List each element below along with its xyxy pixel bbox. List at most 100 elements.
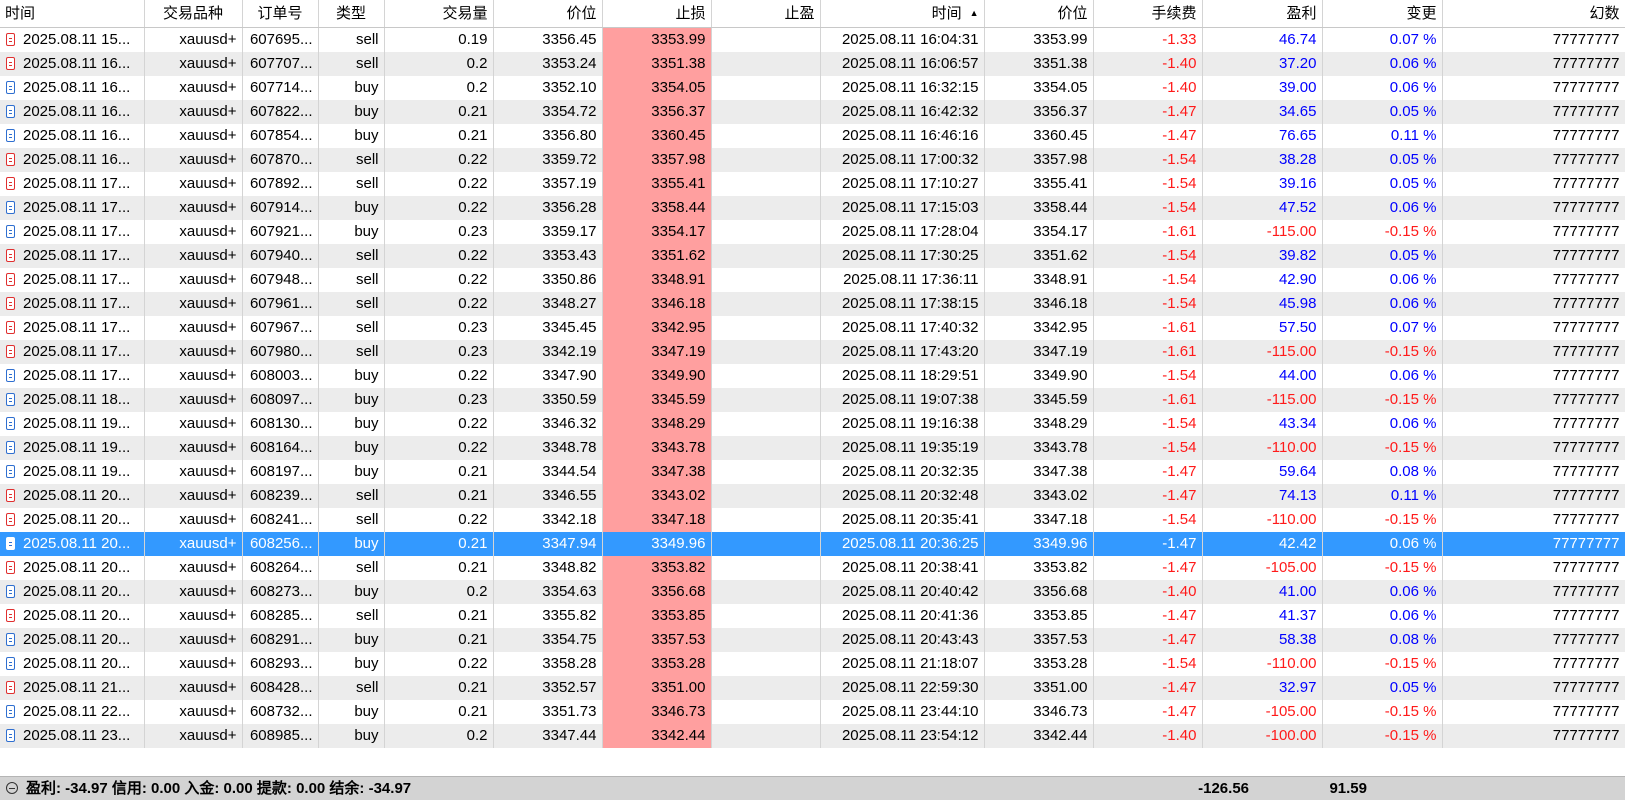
col-header-stop-loss[interactable]: 止损	[602, 0, 712, 28]
cell-open-time: 2025.08.11 16...	[0, 148, 145, 172]
cell-price: 3351.73	[493, 700, 603, 724]
cell-open-time: 2025.08.11 20...	[0, 532, 145, 556]
table-row[interactable]: 2025.08.11 20... xauusd+ 608241... sell 0.22…	[0, 508, 1625, 532]
table-row[interactable]: 2025.08.11 17... xauusd+ 607980... sell 0.23…	[0, 340, 1625, 364]
table-row[interactable]: 2025.08.11 15... xauusd+ 607695... sell 0.19…	[0, 27, 1625, 52]
cell-stop-loss: 3347.19	[602, 340, 712, 364]
table-row[interactable]: 2025.08.11 17... xauusd+ 608003... buy 0.22 3…	[0, 364, 1625, 388]
cell-magic: 77777777	[1442, 148, 1625, 172]
cell-open-time-text: 2025.08.11 16...	[23, 79, 131, 96]
table-row[interactable]: 2025.08.11 20... xauusd+ 608273... buy 0.2 33…	[0, 580, 1625, 604]
cell-fee: -1.47	[1093, 532, 1203, 556]
cell-stop-loss: 3354.17	[602, 220, 712, 244]
cell-take-profit	[711, 124, 821, 148]
col-header-price[interactable]: 价位	[493, 0, 603, 28]
table-row[interactable]: 2025.08.11 17... xauusd+ 607914... buy 0.22 3…	[0, 196, 1625, 220]
cell-profit: -110.00	[1202, 436, 1323, 460]
cell-volume: 0.22	[384, 172, 494, 196]
col-header-close-price[interactable]: 价位	[984, 0, 1094, 28]
cell-stop-loss: 3356.68	[602, 580, 712, 604]
buy-deal-icon	[6, 729, 15, 742]
table-row[interactable]: 2025.08.11 16... xauusd+ 607822... buy 0.21 3…	[0, 100, 1625, 124]
cell-type: sell	[318, 292, 385, 316]
col-header-order[interactable]: 订单号	[242, 0, 319, 28]
cell-price: 3347.94	[493, 532, 603, 556]
cell-close-price: 3353.99	[984, 27, 1094, 52]
table-row[interactable]: 2025.08.11 17... xauusd+ 607967... sell 0.23…	[0, 316, 1625, 340]
cell-take-profit	[711, 100, 821, 124]
table-row[interactable]: 2025.08.11 17... xauusd+ 607892... sell 0.22…	[0, 172, 1625, 196]
col-header-type[interactable]: 类型	[318, 0, 385, 28]
cell-volume: 0.23	[384, 220, 494, 244]
table-row[interactable]: 2025.08.11 20... xauusd+ 608239... sell 0.21…	[0, 484, 1625, 508]
table-row[interactable]: 2025.08.11 16... xauusd+ 607714... buy 0.2 33…	[0, 76, 1625, 100]
cell-close-time: 2025.08.11 20:38:41	[820, 556, 985, 580]
table-row[interactable]: 2025.08.11 18... xauusd+ 608097... buy 0.23 3…	[0, 388, 1625, 412]
table-row[interactable]: 2025.08.11 20... xauusd+ 608291... buy 0.21 3…	[0, 628, 1625, 652]
table-row[interactable]: 2025.08.11 20... xauusd+ 608293... buy 0.22 3…	[0, 652, 1625, 676]
table-row[interactable]: 2025.08.11 17... xauusd+ 607921... buy 0.23 3…	[0, 220, 1625, 244]
cell-take-profit	[711, 652, 821, 676]
table-row[interactable]: 2025.08.11 20... xauusd+ 608256... buy 0.21 3…	[0, 532, 1625, 556]
cell-fee: -1.40	[1093, 724, 1203, 748]
cell-stop-loss: 3346.73	[602, 700, 712, 724]
cell-open-time: 2025.08.11 23...	[0, 724, 145, 748]
sell-deal-icon	[6, 513, 15, 526]
table-row[interactable]: 2025.08.11 23... xauusd+ 608985... buy 0.2 33…	[0, 724, 1625, 748]
cell-type: buy	[318, 412, 385, 436]
cell-type: buy	[318, 76, 385, 100]
cell-open-time-text: 2025.08.11 17...	[23, 223, 131, 240]
col-header-fee[interactable]: 手续费	[1093, 0, 1203, 28]
cell-close-time: 2025.08.11 16:42:32	[820, 100, 985, 124]
table-row[interactable]: 2025.08.11 22... xauusd+ 608732... buy 0.21 3…	[0, 700, 1625, 724]
table-row[interactable]: 2025.08.11 17... xauusd+ 607961... sell 0.22…	[0, 292, 1625, 316]
cell-close-price: 3346.18	[984, 292, 1094, 316]
col-header-volume[interactable]: 交易量	[384, 0, 494, 28]
cell-take-profit	[711, 268, 821, 292]
table-row[interactable]: 2025.08.11 16... xauusd+ 607854... buy 0.21 3…	[0, 124, 1625, 148]
cell-open-time: 2025.08.11 22...	[0, 700, 145, 724]
cell-symbol: xauusd+	[144, 27, 243, 52]
cell-fee: -1.54	[1093, 172, 1203, 196]
col-header-close-time[interactable]: 时间 ▲	[820, 0, 985, 28]
cell-order: 608732...	[242, 700, 319, 724]
buy-deal-icon	[6, 81, 15, 94]
cell-close-time: 2025.08.11 20:32:35	[820, 460, 985, 484]
cell-price: 3356.28	[493, 196, 603, 220]
cell-stop-loss: 3343.02	[602, 484, 712, 508]
table-row[interactable]: 2025.08.11 16... xauusd+ 607707... sell 0.2 3…	[0, 52, 1625, 76]
cell-open-time-text: 2025.08.11 20...	[23, 559, 131, 576]
table-row[interactable]: 2025.08.11 20... xauusd+ 608285... sell 0.21…	[0, 604, 1625, 628]
cell-volume: 0.22	[384, 268, 494, 292]
col-header-magic[interactable]: 幻数	[1442, 0, 1625, 28]
col-header-change[interactable]: 变更	[1322, 0, 1443, 28]
cell-close-price: 3351.00	[984, 676, 1094, 700]
cell-open-time-text: 2025.08.11 23...	[23, 727, 131, 744]
table-row[interactable]: 2025.08.11 16... xauusd+ 607870... sell 0.22…	[0, 148, 1625, 172]
summary-text: 盈利: -34.97 信用: 0.00 入金: 0.00 提款: 0.00 结余…	[26, 780, 412, 797]
table-row[interactable]: 2025.08.11 19... xauusd+ 608164... buy 0.22 3…	[0, 436, 1625, 460]
buy-deal-icon	[6, 705, 15, 718]
table-row[interactable]: 2025.08.11 21... xauusd+ 608428... sell 0.21…	[0, 676, 1625, 700]
table-row[interactable]: 2025.08.11 17... xauusd+ 607940... sell 0.22…	[0, 244, 1625, 268]
cell-type: sell	[318, 484, 385, 508]
cell-close-time: 2025.08.11 20:43:43	[820, 628, 985, 652]
col-header-open-time[interactable]: 时间	[0, 0, 145, 28]
cell-open-time-text: 2025.08.11 22...	[23, 703, 131, 720]
col-header-symbol[interactable]: 交易品种	[144, 0, 243, 28]
cell-magic: 77777777	[1442, 340, 1625, 364]
cell-volume: 0.21	[384, 460, 494, 484]
collapse-minus-icon[interactable]	[6, 782, 18, 794]
col-header-take-profit[interactable]: 止盈	[711, 0, 821, 28]
col-header-profit[interactable]: 盈利	[1202, 0, 1323, 28]
table-row[interactable]: 2025.08.11 19... xauusd+ 608197... buy 0.21 3…	[0, 460, 1625, 484]
cell-magic: 77777777	[1442, 652, 1625, 676]
table-row[interactable]: 2025.08.11 17... xauusd+ 607948... sell 0.22…	[0, 268, 1625, 292]
table-row[interactable]: 2025.08.11 20... xauusd+ 608264... sell 0.21…	[0, 556, 1625, 580]
table-row[interactable]: 2025.08.11 19... xauusd+ 608130... buy 0.22 3…	[0, 412, 1625, 436]
cell-magic: 77777777	[1442, 196, 1625, 220]
cell-stop-loss: 3355.41	[602, 172, 712, 196]
cell-open-time: 2025.08.11 17...	[0, 196, 145, 220]
cell-magic: 77777777	[1442, 556, 1625, 580]
cell-magic: 77777777	[1442, 628, 1625, 652]
